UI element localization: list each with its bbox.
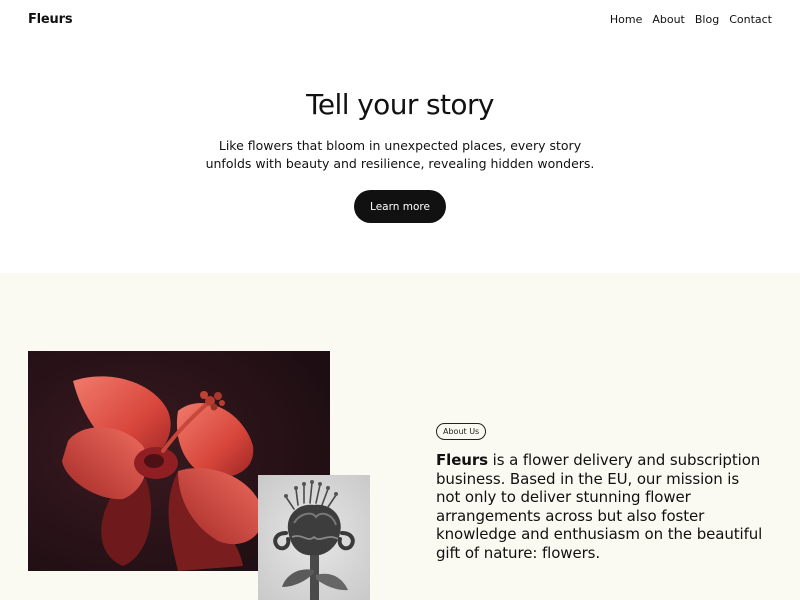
hero-section: Tell your story Like flowers that bloom … bbox=[0, 42, 800, 273]
nav-blog[interactable]: Blog bbox=[695, 13, 719, 26]
main-nav: Home About Blog Contact bbox=[610, 13, 772, 26]
monochrome-flower-illustration bbox=[258, 475, 370, 600]
about-section: About Us Fleurs is a flower delivery and… bbox=[0, 273, 800, 600]
nav-contact[interactable]: Contact bbox=[729, 13, 772, 26]
nav-home[interactable]: Home bbox=[610, 13, 642, 26]
nav-about[interactable]: About bbox=[652, 13, 685, 26]
about-us-badge: About Us bbox=[436, 423, 487, 440]
page: Fleurs Home About Blog Contact Tell your… bbox=[0, 0, 800, 600]
about-brand-name: Fleurs bbox=[436, 451, 488, 469]
site-title[interactable]: Fleurs bbox=[28, 12, 73, 27]
learn-more-button[interactable]: Learn more bbox=[354, 190, 446, 223]
site-header: Fleurs Home About Blog Contact bbox=[0, 0, 800, 42]
hero-title: Tell your story bbox=[306, 88, 494, 121]
hero-description: Like flowers that bloom in unexpected pl… bbox=[0, 137, 800, 173]
hero-description-line-1: Like flowers that bloom in unexpected pl… bbox=[218, 138, 582, 153]
monochrome-flower-photo bbox=[258, 475, 370, 600]
hero-description-line-2: unfolds with beauty and resilience, reve… bbox=[205, 156, 595, 171]
about-description: Fleurs is a flower delivery and subscrip… bbox=[436, 451, 766, 562]
